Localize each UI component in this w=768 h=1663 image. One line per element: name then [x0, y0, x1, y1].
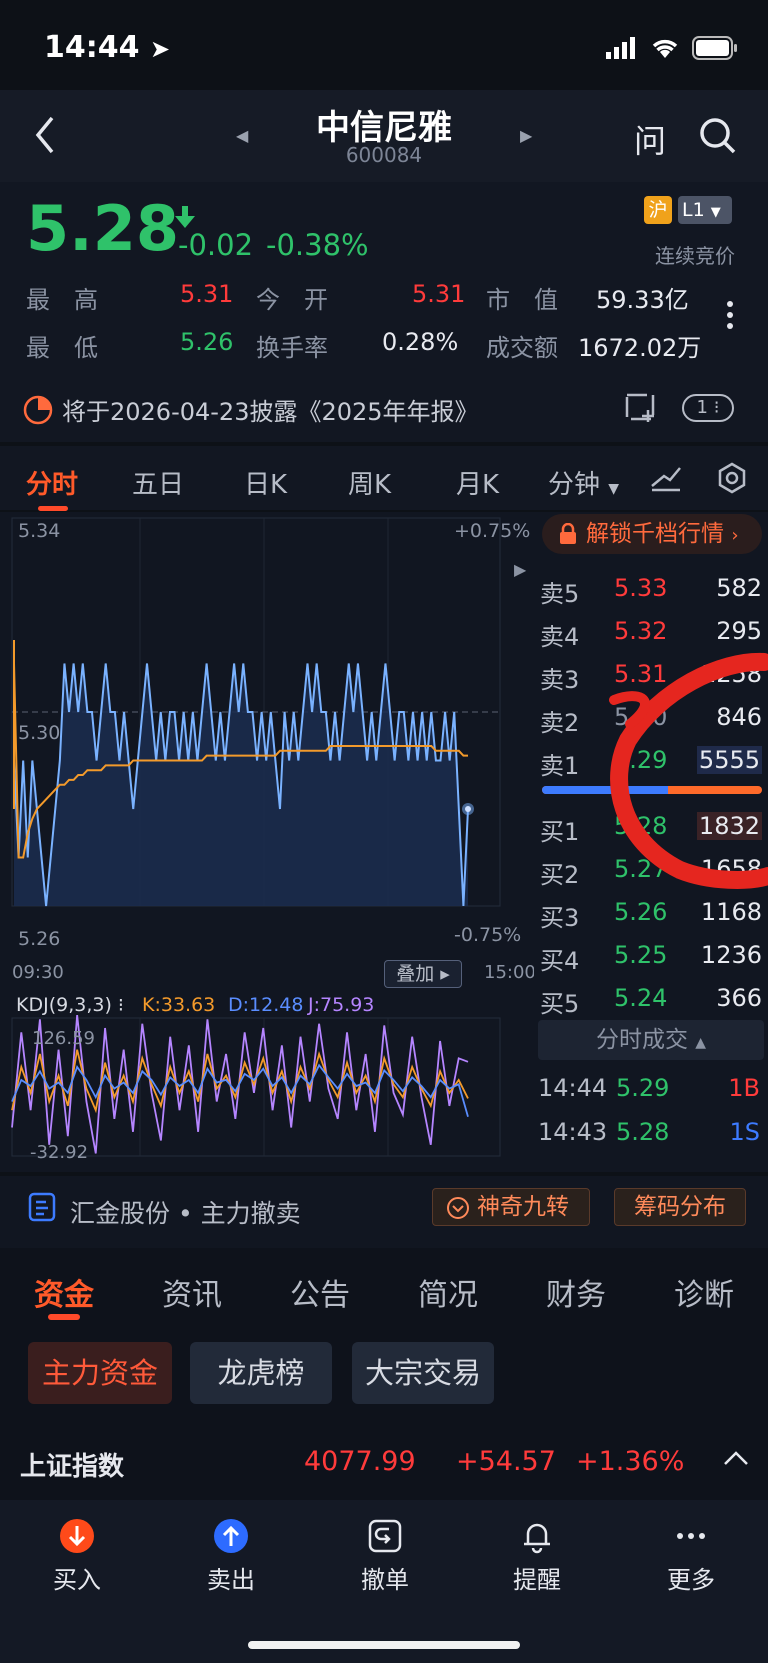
lock-icon	[560, 523, 576, 544]
stat-label-open: 今 开	[256, 286, 328, 314]
search-icon[interactable]	[698, 116, 738, 156]
kdj-k-line	[11, 1049, 469, 1114]
level-badge[interactable]: L1 ▼	[678, 196, 732, 224]
wifi-icon	[652, 39, 678, 58]
section-tab-indicator	[48, 1314, 80, 1320]
tab-diagnosis[interactable]: 诊断	[674, 1270, 734, 1314]
tab-five-day[interactable]: 五日	[132, 464, 184, 501]
x-label-end: 15:00	[484, 962, 536, 983]
bell-icon	[524, 1523, 550, 1554]
kdj-y-top: 126.59	[32, 1028, 95, 1049]
tab-news[interactable]: 资讯	[162, 1270, 222, 1314]
tab-weekly-k[interactable]: 周K	[348, 464, 391, 501]
pct-label-bottom: -0.75%	[454, 924, 522, 946]
y-label-mid: 5.30	[18, 722, 61, 744]
alert-button[interactable]: 提醒	[482, 1508, 592, 1594]
overlay-button[interactable]: 叠加 ▸	[384, 960, 462, 988]
tab-profile[interactable]: 简况	[418, 1270, 478, 1314]
bid-row-3[interactable]: 买3 5.26 1168	[540, 890, 762, 933]
stat-label-high: 最 高	[26, 286, 98, 314]
chip-block-trade[interactable]: 大宗交易	[352, 1342, 494, 1404]
chevron-up-icon[interactable]	[722, 1448, 750, 1468]
next-stock-icon[interactable]: ▶	[520, 126, 532, 145]
cancel-order-icon	[368, 1519, 402, 1553]
add-watchlist-icon[interactable]	[624, 392, 660, 424]
chevron-circle-icon	[447, 1197, 469, 1219]
arrow-down-circle-icon	[60, 1519, 94, 1553]
kdj-y-bottom: -32.92	[30, 1142, 89, 1163]
y-label-bottom: 5.26	[18, 928, 61, 950]
price-area	[14, 663, 468, 906]
stat-label-amount: 成交额	[486, 334, 558, 362]
index-change: +54.57	[456, 1446, 556, 1477]
draw-line-icon[interactable]	[650, 464, 682, 492]
market-badge: 沪	[644, 196, 672, 224]
price-change: -0.02	[178, 228, 254, 262]
tab-daily-k[interactable]: 日K	[244, 464, 287, 501]
stat-value-low: 5.26	[180, 328, 234, 356]
tab-monthly-k[interactable]: 月K	[456, 464, 499, 501]
red-circle-annotation	[609, 652, 768, 889]
chip-distribution-button[interactable]: 筹码分布	[614, 1188, 746, 1226]
kdj-d-value: D:12.48	[228, 994, 304, 1016]
document-icon	[28, 1192, 56, 1222]
kdj-chart[interactable]	[0, 996, 534, 1166]
index-change-pct: +1.36%	[576, 1446, 685, 1477]
stat-value-mktcap: 59.33亿	[596, 286, 689, 314]
y-label-top: 5.34	[18, 520, 61, 542]
stat-value-amount: 1672.02万	[578, 334, 702, 362]
stat-label-low: 最 低	[26, 334, 98, 362]
trade-row: 14:43 5.28 1S	[538, 1118, 760, 1146]
buy-button[interactable]: 买入	[22, 1508, 132, 1594]
more-horizontal-icon	[677, 1533, 705, 1539]
expand-chart-icon[interactable]: ▶	[514, 560, 526, 579]
stat-value-open: 5.31	[412, 280, 466, 308]
stat-label-mktcap: 市 值	[486, 286, 558, 314]
x-label-start: 09:30	[12, 962, 64, 983]
kdj-j-value: J:75.93	[308, 994, 375, 1016]
chip-dragon-tiger[interactable]: 龙虎榜	[190, 1342, 332, 1404]
notice-count-badge[interactable]: 1 ⁝	[682, 394, 734, 422]
chart-settings-icon[interactable]	[716, 462, 748, 494]
more-vertical-icon[interactable]	[726, 300, 734, 330]
news-summary[interactable]: 汇金股份 • 主力撤卖	[70, 1194, 301, 1230]
bid-row-5[interactable]: 买5 5.24 366	[540, 976, 762, 1019]
status-time: 14:44 ➤	[44, 30, 171, 65]
cancel-order-button[interactable]: 撤单	[330, 1508, 440, 1594]
stat-value-high: 5.31	[180, 280, 234, 308]
tab-funds[interactable]: 资金	[34, 1270, 94, 1314]
trading-session: 连续竞价	[655, 244, 735, 268]
home-indicator	[248, 1641, 520, 1649]
ask-row-5[interactable]: 卖5 5.33 582	[540, 566, 762, 609]
tab-intraday[interactable]: 分时	[26, 464, 78, 501]
index-name: 上证指数	[20, 1452, 125, 1482]
tab-active-indicator	[38, 506, 68, 511]
ask-button[interactable]: 问	[634, 116, 666, 162]
tab-finance[interactable]: 财务	[546, 1270, 606, 1314]
sell-button[interactable]: 卖出	[176, 1508, 286, 1594]
index-value: 4077.99	[304, 1446, 416, 1477]
trade-row: 14:44 5.29 1B	[538, 1074, 760, 1102]
signal-icon	[606, 37, 635, 59]
arrow-up-circle-icon	[214, 1519, 248, 1553]
price-change-pct: -0.38%	[266, 228, 369, 262]
chip-main-funds[interactable]: 主力资金	[28, 1342, 172, 1404]
last-price-dot-core	[465, 806, 471, 812]
stat-value-turnover: 0.28%	[382, 328, 459, 356]
status-icons	[606, 30, 738, 66]
ask-row-4[interactable]: 卖4 5.32 295	[540, 609, 762, 652]
kdj-title[interactable]: KDJ(9,3,3) ⁝	[16, 994, 124, 1016]
battery-icon	[692, 36, 737, 60]
stat-label-turnover: 换手率	[256, 334, 328, 362]
pct-label-top: +0.75%	[454, 520, 531, 542]
bid-row-4[interactable]: 买4 5.25 1236	[540, 933, 762, 976]
more-button[interactable]: 更多	[636, 1508, 746, 1594]
current-price: 5.28	[26, 192, 179, 265]
trades-header[interactable]: 分时成交 ▲	[538, 1020, 764, 1060]
notice-text: 将于2026-04-23披露《2025年年报》	[62, 398, 479, 426]
tab-minute[interactable]: 分钟 ▼	[548, 464, 619, 501]
tab-announcements[interactable]: 公告	[290, 1270, 350, 1314]
report-icon	[23, 395, 53, 425]
kdj-k-value: K:33.63	[142, 994, 216, 1016]
